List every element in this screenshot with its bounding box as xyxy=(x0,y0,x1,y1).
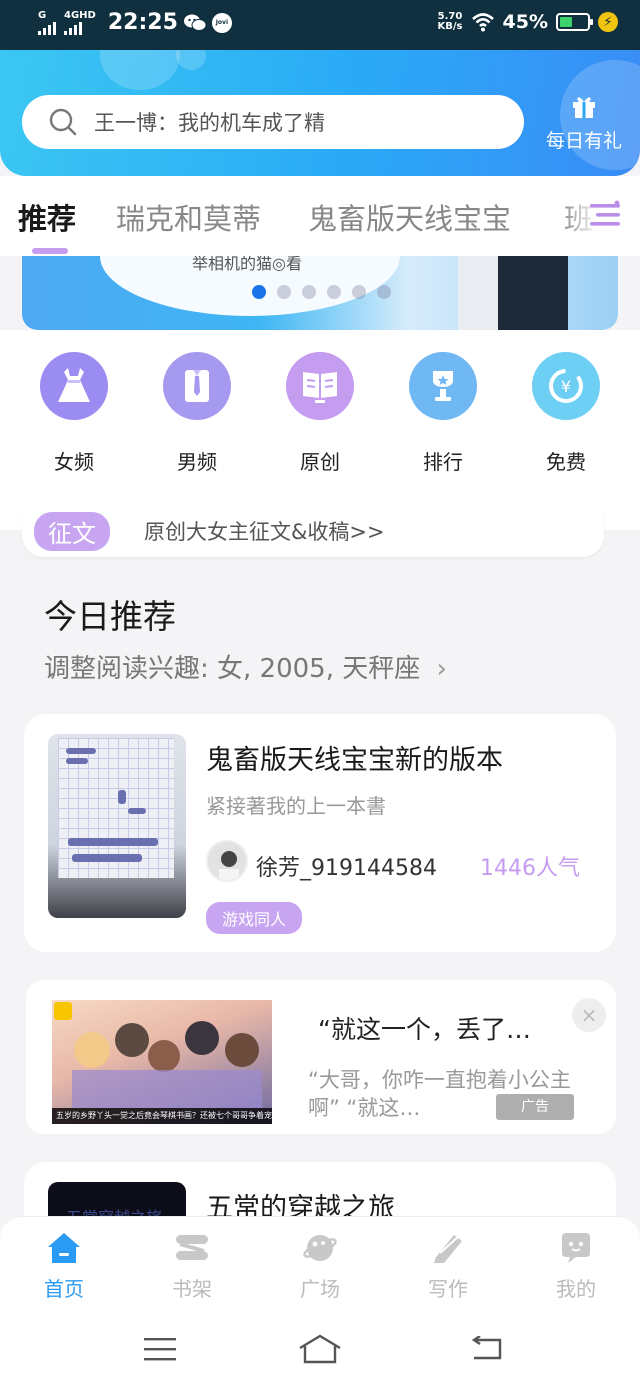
nav-bookshelf[interactable]: 书架 xyxy=(142,1231,242,1302)
interest-settings-link[interactable]: 调整阅读兴趣: 女, 2005, 天秤座 › xyxy=(44,648,447,685)
coin-icon: ¥ xyxy=(532,352,600,420)
tab-rick-and-morty[interactable]: 瑞克和莫蒂 xyxy=(116,196,261,238)
speed-unit: KB/s xyxy=(437,21,463,32)
chat-icon xyxy=(562,1233,590,1263)
search-icon xyxy=(49,108,77,136)
system-nav-bar xyxy=(0,1312,640,1387)
carousel-dot[interactable] xyxy=(277,285,291,299)
tab-recommend[interactable]: 推荐 xyxy=(18,196,76,238)
category-label: 女频 xyxy=(54,450,94,474)
nav-profile[interactable]: 我的 xyxy=(526,1231,626,1302)
contest-text: 原创大女主征文&收稿>> xyxy=(144,520,385,544)
jovi-icon: Jovi xyxy=(211,12,232,33)
category-original[interactable]: 原创 xyxy=(270,352,370,475)
status-bar: G 4GHD 22:25 Jovi 5.70 KB/s 45% ⚡ xyxy=(0,0,640,50)
category-label: 排行 xyxy=(423,450,463,474)
tab-active-indicator xyxy=(32,248,68,254)
popularity-count: 1446人气 xyxy=(480,856,580,881)
charging-icon: ⚡ xyxy=(598,12,618,32)
chevron-right-icon: › xyxy=(436,654,447,684)
book-cover xyxy=(48,734,186,918)
carousel-dot[interactable] xyxy=(252,285,266,299)
home-button-icon[interactable] xyxy=(298,1334,342,1364)
nav-label: 首页 xyxy=(44,1277,84,1301)
shirt-icon xyxy=(163,352,231,420)
signal-icon: G xyxy=(38,9,58,35)
banner-figure xyxy=(498,256,568,330)
home-icon xyxy=(48,1233,80,1263)
dress-icon xyxy=(40,352,108,420)
author-name: 徐芳_919144584 xyxy=(256,856,437,881)
book-card[interactable]: 五常穿越之旅 五常的穿越之旅 xyxy=(24,1162,616,1222)
carousel-dot[interactable] xyxy=(352,285,366,299)
header: G 4GHD 22:25 Jovi 5.70 KB/s 45% ⚡ 王一博：我的… xyxy=(0,0,640,176)
category-free[interactable]: ¥ 免费 xyxy=(516,352,616,475)
tab-menu-icon[interactable] xyxy=(590,200,620,230)
nav-write[interactable]: 写作 xyxy=(398,1231,498,1302)
author-avatar xyxy=(206,840,248,882)
bottom-nav: 首页 书架 广场 写作 我的 xyxy=(0,1216,640,1312)
genre-tag: 游戏同人 xyxy=(206,902,303,934)
category-male[interactable]: 男频 xyxy=(147,352,247,475)
network-speed: 5.70 KB/s xyxy=(438,12,463,32)
clock: 22:25 xyxy=(107,10,178,35)
signal-label-2: 4GHD xyxy=(64,9,96,21)
book-card[interactable]: 鬼畜版天线宝宝新的版本 紧接著我的上一本書 徐芳_919144584 1446人… xyxy=(24,714,616,952)
nav-home[interactable]: 首页 xyxy=(14,1231,114,1302)
signal-4g-icon: 4GHD xyxy=(64,9,96,35)
ad-badge: 广告 xyxy=(496,1094,574,1120)
battery-percent: 45% xyxy=(502,11,548,33)
tab-teletubbies[interactable]: 鬼畜版天线宝宝 xyxy=(308,196,511,238)
cover-image xyxy=(58,738,174,878)
wechat-icon xyxy=(183,14,206,31)
nav-label: 我的 xyxy=(556,1277,596,1301)
book-title: 鬼畜版天线宝宝新的版本 xyxy=(206,745,503,776)
ad-card[interactable]: 五岁的乡野丫头一觉之后竟会琴棋书画？还被七个哥哥争着宠？ “就这一个，丢了… “… xyxy=(26,980,616,1134)
section-title: 今日推荐 xyxy=(44,597,176,636)
book-icon xyxy=(286,352,354,420)
search-bar[interactable]: 王一博：我的机车成了精 xyxy=(22,95,524,149)
nav-plaza[interactable]: 广场 xyxy=(270,1231,370,1302)
signal-label-1: G xyxy=(38,9,47,21)
nav-label: 写作 xyxy=(428,1277,468,1301)
planet-icon xyxy=(303,1235,337,1261)
category-label: 原创 xyxy=(300,450,340,474)
category-grid: 女频 男频 原创 排行 ¥ 免费 xyxy=(0,330,640,530)
nav-label: 书架 xyxy=(172,1277,212,1301)
bookshelf-icon xyxy=(176,1235,208,1260)
nav-label: 广场 xyxy=(300,1277,340,1301)
battery-icon xyxy=(556,13,593,31)
menu-icon[interactable] xyxy=(144,1336,176,1362)
category-label: 男频 xyxy=(177,450,217,474)
category-tabs: 推荐 瑞克和莫蒂 鬼畜版天线宝宝 班 xyxy=(0,176,640,256)
trophy-icon xyxy=(409,352,477,420)
carousel-dots xyxy=(252,285,391,299)
daily-gift-button[interactable]: 每日有礼 xyxy=(540,92,628,153)
category-female[interactable]: 女频 xyxy=(24,352,124,475)
ad-title: “就这一个，丢了… xyxy=(318,1015,531,1044)
ad-image-caption: 五岁的乡野丫头一觉之后竟会琴棋书画？还被七个哥哥争着宠？ xyxy=(52,1108,272,1124)
back-icon[interactable] xyxy=(470,1336,504,1362)
search-placeholder: 王一博：我的机车成了精 xyxy=(94,111,325,135)
close-icon[interactable]: × xyxy=(572,998,606,1032)
carousel-dot[interactable] xyxy=(377,285,391,299)
carousel-dot[interactable] xyxy=(302,285,316,299)
category-ranking[interactable]: 排行 xyxy=(393,352,493,475)
interest-settings-text: 调整阅读兴趣: 女, 2005, 天秤座 xyxy=(44,654,421,684)
gift-icon xyxy=(573,97,595,118)
pen-icon xyxy=(434,1235,462,1263)
wifi-icon xyxy=(471,13,494,32)
svg-text:¥: ¥ xyxy=(561,377,571,396)
contest-tag: 征文 xyxy=(34,511,110,551)
banner-caption: 举相机的猫◎看 xyxy=(192,256,302,273)
ad-image: 五岁的乡野丫头一觉之后竟会琴棋书画？还被七个哥哥争着宠？ xyxy=(52,1000,272,1124)
jovi-label: Jovi xyxy=(215,19,229,26)
category-label: 免费 xyxy=(546,450,586,474)
carousel-dot[interactable] xyxy=(327,285,341,299)
daily-gift-label: 每日有礼 xyxy=(545,130,622,152)
contest-notice[interactable]: 征文 原创大女主征文&收稿>> xyxy=(22,505,604,557)
book-description: 紧接著我的上一本書 xyxy=(206,794,386,818)
